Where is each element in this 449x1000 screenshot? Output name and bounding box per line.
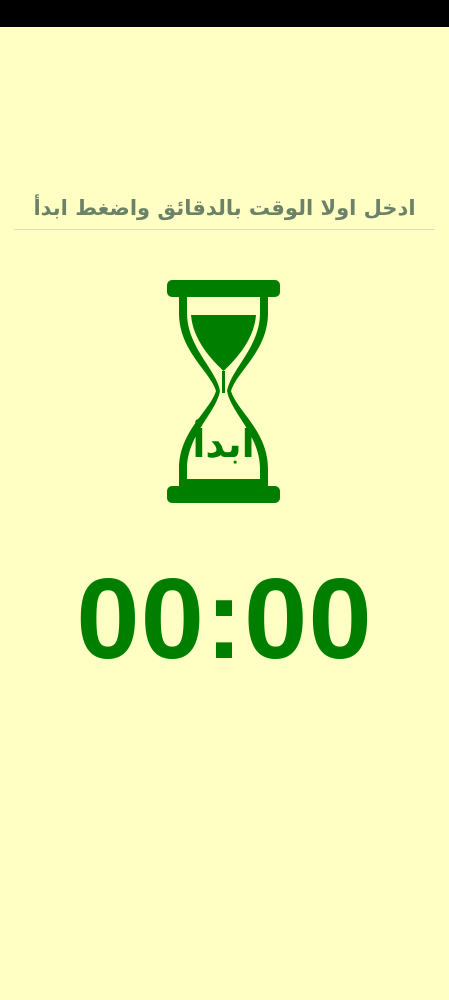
timer-display: 00:00: [76, 556, 373, 683]
hourglass-icon: [167, 280, 280, 503]
start-button-label: ابدأ: [192, 422, 255, 466]
status-bar: [0, 0, 449, 27]
start-hourglass-button[interactable]: ابدأ: [166, 279, 281, 504]
instruction-hint-text: ادخل اولا الوقت بالدقائق واضغط ابدأ: [33, 196, 416, 220]
minutes-input-field[interactable]: ادخل اولا الوقت بالدقائق واضغط ابدأ: [14, 186, 435, 230]
